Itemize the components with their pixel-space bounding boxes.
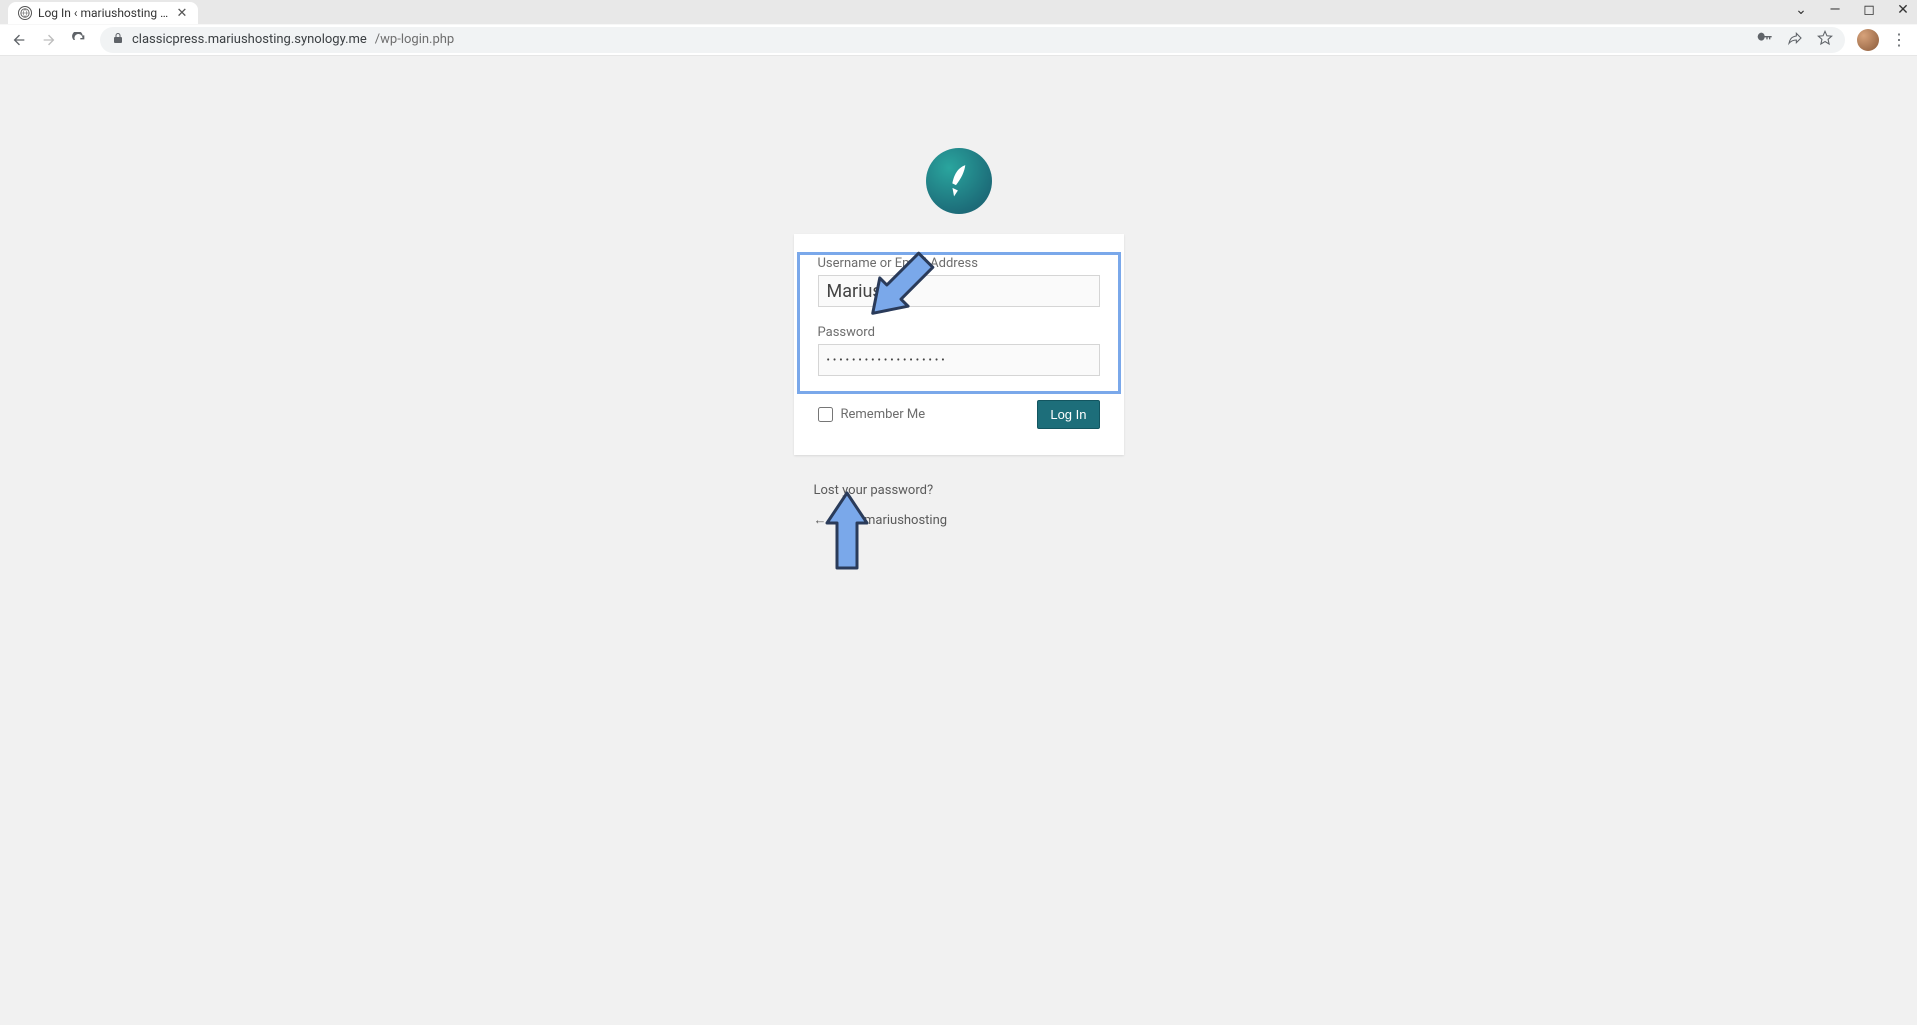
window-controls: ⌄ — ◻ ✕	[1793, 2, 1911, 18]
address-bar[interactable]: classicpress.mariushosting.synology.me/w…	[100, 27, 1845, 53]
browser-toolbar: classicpress.mariushosting.synology.me/w…	[0, 24, 1917, 56]
remember-me-checkbox[interactable]	[818, 407, 833, 422]
profile-avatar[interactable]	[1857, 29, 1879, 51]
annotation-arrow-up-icon	[812, 488, 882, 578]
username-label: Username or Email Address	[818, 256, 1100, 271]
browser-titlebar: Log In ‹ mariushosting — Classic ✕ ⌄ — ◻…	[0, 0, 1917, 24]
remember-me-text: Remember Me	[841, 407, 926, 422]
chevron-down-icon[interactable]: ⌄	[1793, 2, 1809, 18]
window-maximize-icon[interactable]: ◻	[1861, 2, 1877, 18]
password-key-icon[interactable]	[1757, 30, 1773, 50]
login-form-card: Username or Email Address Password Remem…	[794, 234, 1124, 455]
url-path: /wp-login.php	[375, 32, 454, 47]
password-label: Password	[818, 325, 1100, 340]
window-close-icon[interactable]: ✕	[1895, 2, 1911, 18]
nav-back-icon[interactable]	[10, 31, 28, 49]
remember-me-label[interactable]: Remember Me	[818, 407, 926, 422]
site-favicon-icon	[18, 6, 32, 20]
page-viewport: Username or Email Address Password Remem…	[0, 56, 1917, 1025]
password-input[interactable]	[818, 344, 1100, 376]
tab-title: Log In ‹ mariushosting — Classic	[38, 6, 170, 20]
login-button[interactable]: Log In	[1037, 400, 1099, 429]
nav-reload-icon[interactable]	[70, 31, 88, 49]
username-input[interactable]	[818, 275, 1100, 307]
tab-close-icon[interactable]: ✕	[176, 7, 188, 19]
window-minimize-icon[interactable]: —	[1827, 2, 1843, 18]
bookmark-star-icon[interactable]	[1817, 30, 1833, 50]
annotation-arrow-down-left-icon	[866, 240, 936, 330]
browser-menu-icon[interactable]: ⋮	[1891, 30, 1907, 49]
nav-forward-icon[interactable]	[40, 31, 58, 49]
classicpress-logo-icon[interactable]	[926, 148, 992, 214]
url-host: classicpress.mariushosting.synology.me	[132, 32, 367, 47]
lock-icon	[112, 32, 124, 47]
share-icon[interactable]	[1787, 30, 1803, 50]
browser-tab[interactable]: Log In ‹ mariushosting — Classic ✕	[8, 2, 198, 24]
